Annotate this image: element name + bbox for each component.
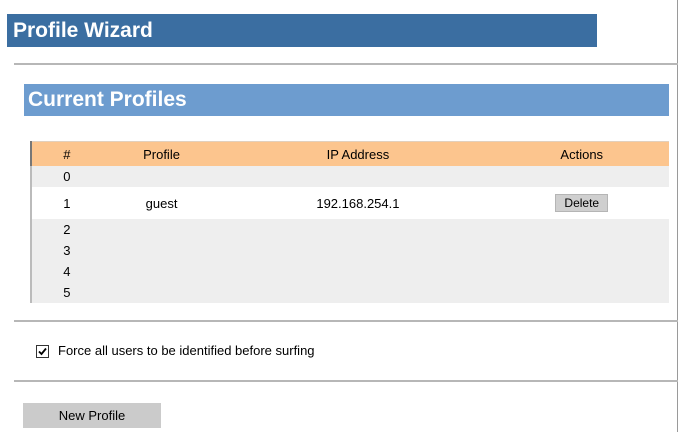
column-header-actions: Actions xyxy=(494,141,669,166)
row-ip xyxy=(221,282,495,303)
row-ip xyxy=(221,261,495,282)
row-ip: 192.168.254.1 xyxy=(316,195,400,211)
checkmark-icon xyxy=(38,347,47,355)
table-header-row: # Profile IP Address Actions xyxy=(30,141,669,166)
row-number: 4 xyxy=(30,261,102,282)
row-ip xyxy=(221,219,495,240)
row-profile xyxy=(101,261,222,282)
row-profile xyxy=(101,166,222,187)
profiles-table: # Profile IP Address Actions 0 1 guest 1… xyxy=(30,141,669,303)
wizard-title: Profile Wizard xyxy=(7,14,597,47)
row-ip xyxy=(221,240,495,261)
row-profile xyxy=(101,219,222,240)
row-profile xyxy=(101,282,222,303)
table-row: 4 xyxy=(30,261,669,282)
section-title: Current Profiles xyxy=(24,84,669,116)
delete-button[interactable]: Delete xyxy=(555,194,609,212)
row-number: 2 xyxy=(30,219,102,240)
row-ip xyxy=(221,166,495,187)
table-row: 3 xyxy=(30,240,669,261)
column-header-profile: Profile xyxy=(101,141,222,166)
table-row: 5 xyxy=(30,282,669,303)
row-actions xyxy=(494,282,669,303)
row-number: 3 xyxy=(30,240,102,261)
force-identify-label: Force all users to be identified before … xyxy=(58,343,315,358)
divider-top xyxy=(14,63,678,65)
force-identify-checkbox[interactable] xyxy=(36,344,49,358)
column-header-number: # xyxy=(30,141,102,166)
table-row: 0 xyxy=(30,166,669,187)
divider-middle xyxy=(14,320,678,322)
table-row: 1 guest 192.168.254.1 Delete xyxy=(30,187,670,219)
row-actions xyxy=(494,166,669,187)
row-number: 0 xyxy=(30,166,102,187)
row-profile: guest xyxy=(145,195,178,211)
row-actions xyxy=(494,219,669,240)
row-number: 5 xyxy=(30,282,102,303)
divider-bottom xyxy=(14,380,678,382)
row-number: 1 xyxy=(30,187,102,219)
table-row: 2 xyxy=(30,219,669,240)
column-header-ip: IP Address xyxy=(221,141,495,166)
new-profile-button[interactable]: New Profile xyxy=(23,403,161,428)
row-actions: Delete xyxy=(495,187,670,219)
force-identify-option: Force all users to be identified before … xyxy=(36,343,315,359)
row-profile xyxy=(101,240,222,261)
row-actions xyxy=(494,261,669,282)
row-actions xyxy=(494,240,669,261)
